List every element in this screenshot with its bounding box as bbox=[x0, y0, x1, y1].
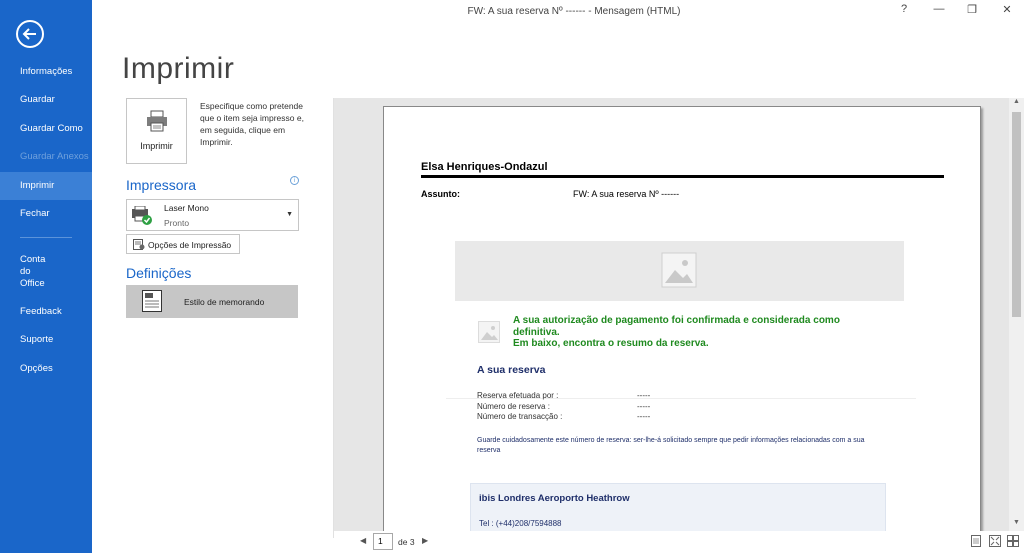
printer-name: Laser Mono bbox=[164, 203, 209, 213]
sidebar-item-conta-office[interactable]: Conta do Office bbox=[0, 252, 92, 292]
sidebar-item-guardar-anexos: Guardar Anexos bbox=[20, 151, 89, 162]
print-button-label: Imprimir bbox=[140, 141, 173, 151]
chevron-down-icon: ▼ bbox=[286, 211, 293, 218]
print-options-button[interactable]: Opções de Impressão bbox=[126, 234, 240, 254]
memo-style-icon bbox=[142, 290, 162, 312]
transaction-number-label: Número de transacção : bbox=[477, 412, 563, 421]
memo-style-option[interactable]: Estilo de memorando bbox=[126, 285, 298, 318]
hotel-name: ibis Londres Aeroporto Heathrow bbox=[479, 493, 630, 504]
printer-ready-icon bbox=[132, 206, 152, 225]
confirmation-line-2: definitiva. bbox=[513, 326, 560, 338]
info-icon[interactable]: i bbox=[290, 176, 299, 185]
minimize-button[interactable]: — bbox=[928, 3, 950, 21]
sidebar-item-guardar[interactable]: Guardar bbox=[0, 86, 92, 114]
actual-size-icon[interactable] bbox=[970, 535, 982, 547]
sidebar-item-informacoes[interactable]: Informações bbox=[0, 58, 92, 86]
backstage-sidebar: Informações Guardar Guardar Como Guardar… bbox=[0, 0, 92, 553]
sidebar-item-feedback[interactable]: Feedback bbox=[0, 298, 92, 326]
settings-heading: Definições bbox=[126, 265, 192, 281]
multiple-pages-icon[interactable] bbox=[1007, 535, 1019, 547]
confirmation-line-3: Em baixo, encontra o resumo da reserva. bbox=[513, 338, 709, 349]
memo-style-label: Estilo de memorando bbox=[184, 297, 265, 307]
reservation-number-value: ----- bbox=[637, 402, 651, 411]
reservation-by-value: ----- bbox=[637, 391, 651, 400]
print-options-icon bbox=[133, 239, 145, 250]
sidebar-item-fechar[interactable]: Fechar bbox=[0, 200, 92, 228]
page-title: Imprimir bbox=[122, 52, 235, 85]
back-button[interactable] bbox=[16, 20, 44, 48]
previous-page-icon[interactable]: ◀ bbox=[360, 536, 366, 545]
scrollbar-thumb[interactable] bbox=[1012, 112, 1021, 317]
header-rule bbox=[421, 175, 944, 178]
small-image-placeholder-icon bbox=[478, 321, 500, 343]
sidebar-item-opcoes[interactable]: Opções bbox=[0, 355, 92, 383]
scroll-up-icon[interactable]: ▲ bbox=[1009, 98, 1024, 110]
sidebar-divider bbox=[20, 237, 72, 238]
hotel-info-box: ibis Londres Aeroporto Heathrow Tel : (+… bbox=[470, 483, 886, 531]
banner-image-placeholder bbox=[455, 241, 904, 301]
help-button[interactable]: ? bbox=[893, 3, 915, 21]
reservation-number-label: Número de reserva : bbox=[477, 402, 550, 411]
window-title: FW: A sua reserva Nº ------ - Mensagem (… bbox=[467, 6, 681, 17]
sidebar-item-imprimir[interactable]: Imprimir bbox=[0, 172, 92, 200]
scroll-down-icon[interactable]: ▼ bbox=[1009, 519, 1024, 531]
print-description: Especifique como pretende que o item sej… bbox=[200, 101, 304, 147]
subject-value: FW: A sua reserva Nº ------ bbox=[573, 189, 680, 199]
page-number-input[interactable]: 1 bbox=[373, 533, 393, 550]
printer-dropdown[interactable]: Laser Mono Pronto ▼ bbox=[126, 199, 299, 231]
confirmation-line-1: A sua autorização de pagamento foi confi… bbox=[513, 315, 840, 326]
subject-label: Assunto: bbox=[421, 189, 460, 199]
sidebar-item-guardar-como[interactable]: Guardar Como bbox=[0, 115, 92, 143]
print-button[interactable]: Imprimir bbox=[126, 98, 187, 164]
preview-page: Elsa Henriques-Ondazul Assunto: FW: A su… bbox=[383, 106, 981, 531]
print-options-label: Opções de Impressão bbox=[148, 240, 232, 250]
outlook-print-backstage: Informações Guardar Guardar Como Guardar… bbox=[0, 0, 1024, 553]
next-page-icon[interactable]: ▶ bbox=[422, 536, 428, 545]
reservation-by-label: Reserva efetuada por : bbox=[477, 391, 559, 400]
sender-name: Elsa Henriques-Ondazul bbox=[421, 161, 548, 173]
page-count: de 3 bbox=[398, 537, 415, 547]
payment-confirmation-text: A sua autorização de pagamento foi confi… bbox=[513, 315, 873, 350]
fit-page-icon[interactable] bbox=[989, 535, 1001, 547]
print-preview: Elsa Henriques-Ondazul Assunto: FW: A su… bbox=[334, 98, 1024, 531]
preview-scrollbar[interactable]: ▲ ▼ bbox=[1009, 98, 1024, 531]
back-arrow-icon bbox=[22, 28, 36, 40]
title-bar: FW: A sua reserva Nº ------ - Mensagem (… bbox=[92, 0, 1024, 24]
reservation-heading: A sua reserva bbox=[477, 364, 546, 376]
hotel-telephone: Tel : (+44)208/7594888 bbox=[479, 519, 562, 528]
printer-heading: Impressora bbox=[126, 177, 197, 193]
image-placeholder-icon bbox=[661, 252, 697, 288]
close-button[interactable]: ✕ bbox=[996, 3, 1018, 21]
printer-status: Pronto bbox=[164, 218, 190, 228]
transaction-number-value: ----- bbox=[637, 412, 651, 421]
page-navigator: ◀ 1 de 3 ▶ bbox=[334, 531, 1024, 553]
restore-button[interactable]: ❐ bbox=[961, 3, 983, 21]
printer-icon bbox=[147, 110, 167, 132]
sidebar-item-suporte[interactable]: Suporte bbox=[0, 326, 92, 354]
reservation-note: Guarde cuidadosamente este número de res… bbox=[477, 437, 865, 454]
